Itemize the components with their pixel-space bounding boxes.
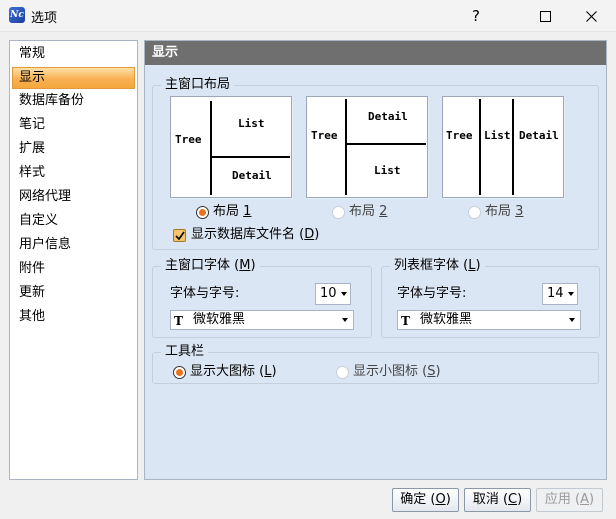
ok-button[interactable]: 确定 (O)	[392, 488, 459, 512]
nav-item-user-info[interactable]: 用户信息	[12, 234, 135, 256]
main-font-family-select[interactable]: T 微软雅黑	[170, 310, 354, 330]
large-icons-option[interactable]: 显示大图标 (L)	[190, 364, 277, 380]
layout-3-option[interactable]: 布局 3	[485, 204, 523, 220]
help-button[interactable]: ?	[453, 0, 499, 32]
main-font-label: 主窗口字体 (M)	[161, 258, 260, 274]
small-icons-radio[interactable]	[336, 366, 349, 379]
layout-2-list-label: List	[374, 164, 401, 177]
truetype-icon: T	[174, 314, 183, 328]
nav-item-other[interactable]: 其他	[12, 306, 135, 328]
list-font-size-select[interactable]: 14	[542, 283, 578, 305]
list-font-group: 列表框字体 (L) 字体与字号: 14 T 微软雅黑	[381, 258, 600, 338]
large-icons-radio[interactable]	[173, 366, 186, 379]
layout-2-radio[interactable]	[332, 206, 345, 219]
nav-item-updates[interactable]: 更新	[12, 282, 135, 304]
toolbar-group: 工具栏 显示大图标 (L) 显示小图标 (S)	[152, 344, 599, 384]
apply-button[interactable]: 应用 (A)	[536, 488, 603, 512]
nav-item-db-backup[interactable]: 数据库备份	[12, 90, 135, 112]
list-font-label: 列表框字体 (L)	[390, 258, 485, 274]
chevron-down-icon	[568, 292, 574, 296]
nav-item-general[interactable]: 常规	[12, 43, 135, 65]
nav-item-proxy[interactable]: 网络代理	[12, 186, 135, 208]
layout-3-tree-label: Tree	[446, 129, 473, 142]
list-font-family-select[interactable]: T 微软雅黑	[397, 310, 581, 330]
maximize-icon	[539, 10, 551, 22]
main-layout-group: 主窗口布局 Tree List Detail Tree Detail List …	[152, 77, 599, 250]
layout-1-thumbnail[interactable]: Tree List Detail	[170, 96, 292, 198]
layout-2-tree-label: Tree	[311, 129, 338, 142]
nav-item-style[interactable]: 样式	[12, 162, 135, 184]
toolbar-label: 工具栏	[161, 344, 209, 360]
panel-header: 显示	[145, 41, 606, 65]
layout-1-detail-label: Detail	[232, 169, 272, 182]
category-list[interactable]: 常规 显示 数据库备份 笔记 扩展 样式 网络代理 自定义 用户信息 附件 更新…	[9, 40, 138, 480]
nav-item-extensions[interactable]: 扩展	[12, 138, 135, 160]
cancel-button[interactable]: 取消 (C)	[464, 488, 531, 512]
layout-2-option[interactable]: 布局 2	[349, 204, 387, 220]
app-icon: Nc	[9, 7, 25, 23]
main-font-size-select[interactable]: 10	[315, 283, 351, 305]
chevron-down-icon	[569, 318, 575, 322]
layout-3-list-label: List	[484, 129, 511, 142]
maximize-button[interactable]	[522, 0, 568, 32]
main-font-size-label: 字体与字号:	[170, 286, 240, 301]
layout-3-thumbnail[interactable]: Tree List Detail	[442, 96, 564, 198]
close-icon	[585, 10, 597, 22]
chevron-down-icon	[341, 292, 347, 296]
layout-1-list-label: List	[238, 117, 265, 130]
list-font-size-label: 字体与字号:	[397, 286, 467, 301]
layout-1-tree-label: Tree	[175, 133, 202, 146]
window-title: 选项	[31, 11, 58, 26]
checkmark-icon	[175, 231, 185, 241]
main-layout-label: 主窗口布局	[161, 77, 235, 93]
layout-3-radio[interactable]	[468, 206, 481, 219]
title-bar: Nc 选项 ?	[0, 0, 616, 32]
small-icons-option[interactable]: 显示小图标 (S)	[353, 364, 441, 380]
layout-1-option[interactable]: 布局 1	[213, 204, 251, 220]
settings-panel: 显示 主窗口布局 Tree List Detail Tree Detail Li…	[144, 40, 607, 480]
truetype-icon: T	[401, 314, 410, 328]
layout-1-radio[interactable]	[196, 206, 209, 219]
nav-item-attachments[interactable]: 附件	[12, 258, 135, 280]
nav-item-custom[interactable]: 自定义	[12, 210, 135, 232]
main-font-group: 主窗口字体 (M) 字体与字号: 10 T 微软雅黑	[152, 258, 372, 338]
nav-item-display[interactable]: 显示	[12, 67, 135, 89]
layout-2-thumbnail[interactable]: Tree Detail List	[306, 96, 428, 198]
nav-item-notes[interactable]: 笔记	[12, 114, 135, 136]
close-button[interactable]	[568, 0, 614, 32]
layout-2-detail-label: Detail	[368, 110, 408, 123]
show-db-filename-label[interactable]: 显示数据库文件名 (D)	[191, 227, 319, 243]
show-db-filename-checkbox[interactable]	[173, 229, 186, 242]
chevron-down-icon	[342, 318, 348, 322]
layout-3-detail-label: Detail	[519, 129, 559, 142]
